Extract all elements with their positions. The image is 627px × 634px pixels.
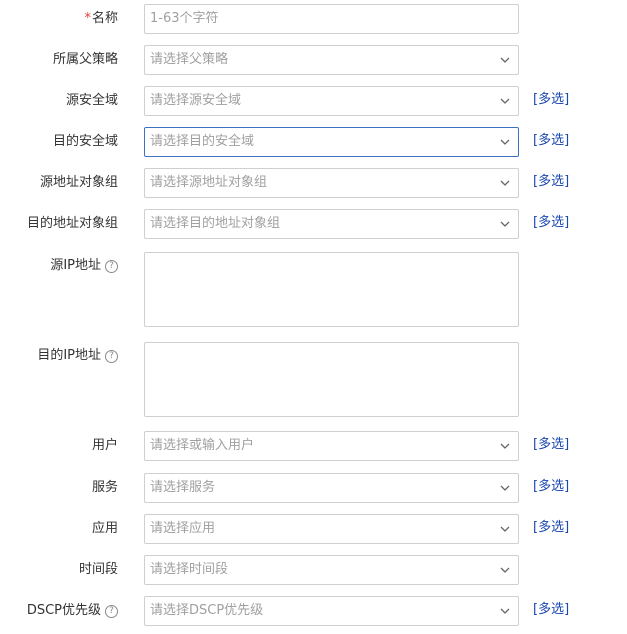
name-label: *名称 (84, 4, 118, 34)
dst-ip-label-text: 目的IP地址 (37, 348, 101, 363)
time-range-label: 时间段 (78, 562, 118, 577)
chevron-down-icon (500, 180, 510, 186)
dst-addr-group-multi-select-link[interactable]: [多选] (533, 211, 569, 230)
dscp-label: DSCP优先级? (27, 596, 118, 626)
chevron-down-icon (500, 526, 510, 532)
dst-addr-group-placeholder: 请选择目的地址对象组 (150, 216, 281, 231)
user-placeholder: 请选择或输入用户 (150, 438, 255, 453)
dscp-multi-select-link[interactable]: [多选] (533, 598, 569, 617)
dst-zone-label: 目的安全域 (52, 134, 118, 149)
src-ip-textarea[interactable] (144, 252, 519, 327)
service-select[interactable]: 请选择服务 (144, 473, 519, 503)
dst-addr-group-label: 目的地址对象组 (26, 216, 118, 231)
dscp-select[interactable]: 请选择DSCP优先级 (144, 596, 519, 626)
question-circle-icon[interactable]: ? (105, 260, 118, 273)
chevron-down-icon (500, 221, 510, 227)
app-label: 应用 (91, 521, 118, 536)
src-zone-placeholder: 请选择源安全域 (150, 93, 242, 108)
service-label: 服务 (91, 480, 118, 495)
chevron-down-icon (500, 57, 510, 63)
parent-policy-placeholder: 请选择父策略 (150, 52, 229, 67)
dst-zone-select[interactable]: 请选择目的安全域 (144, 127, 519, 157)
time-range-select[interactable]: 请选择时间段 (144, 555, 519, 585)
service-multi-select-link[interactable]: [多选] (533, 475, 569, 494)
src-zone-multi-select-link[interactable]: [多选] (533, 88, 569, 107)
dst-addr-group-select[interactable]: 请选择目的地址对象组 (144, 209, 519, 239)
parent-policy-select[interactable]: 请选择父策略 (144, 45, 519, 75)
src-zone-select[interactable]: 请选择源安全域 (144, 86, 519, 116)
name-input-placeholder: 1-63个字符 (150, 11, 219, 26)
src-addr-group-select[interactable]: 请选择源地址对象组 (144, 168, 519, 198)
time-range-placeholder: 请选择时间段 (150, 562, 229, 577)
src-zone-label: 源安全域 (65, 93, 118, 108)
chevron-down-icon (500, 608, 510, 614)
dst-ip-label: 目的IP地址? (37, 342, 118, 372)
dscp-placeholder: 请选择DSCP优先级 (150, 603, 264, 618)
dscp-label-text: DSCP优先级 (26, 603, 101, 618)
src-addr-group-placeholder: 请选择源地址对象组 (150, 175, 268, 190)
dst-zone-multi-select-link[interactable]: [多选] (533, 129, 569, 148)
name-label-text: 名称 (91, 11, 118, 26)
user-multi-select-link[interactable]: [多选] (533, 433, 569, 452)
app-multi-select-link[interactable]: [多选] (533, 516, 569, 535)
src-addr-group-label: 源地址对象组 (39, 175, 118, 190)
chevron-down-icon (500, 98, 510, 104)
src-ip-label-text: 源IP地址 (50, 258, 101, 273)
question-circle-icon[interactable]: ? (105, 350, 118, 363)
dst-zone-placeholder: 请选择目的安全域 (150, 134, 255, 149)
user-label: 用户 (91, 438, 118, 453)
name-input[interactable]: 1-63个字符 (144, 4, 519, 34)
question-circle-icon[interactable]: ? (105, 605, 118, 618)
chevron-down-icon (500, 567, 510, 573)
chevron-down-icon (500, 139, 510, 145)
app-select[interactable]: 请选择应用 (144, 514, 519, 544)
src-ip-label: 源IP地址? (50, 252, 118, 282)
parent-policy-label: 所属父策略 (52, 52, 118, 67)
user-select[interactable]: 请选择或输入用户 (144, 431, 519, 461)
app-placeholder: 请选择应用 (150, 521, 216, 536)
chevron-down-icon (500, 485, 510, 491)
required-mark: * (84, 11, 91, 26)
chevron-down-icon (500, 443, 510, 449)
src-addr-group-multi-select-link[interactable]: [多选] (533, 170, 569, 189)
dst-ip-textarea[interactable] (144, 342, 519, 417)
service-placeholder: 请选择服务 (150, 480, 216, 495)
